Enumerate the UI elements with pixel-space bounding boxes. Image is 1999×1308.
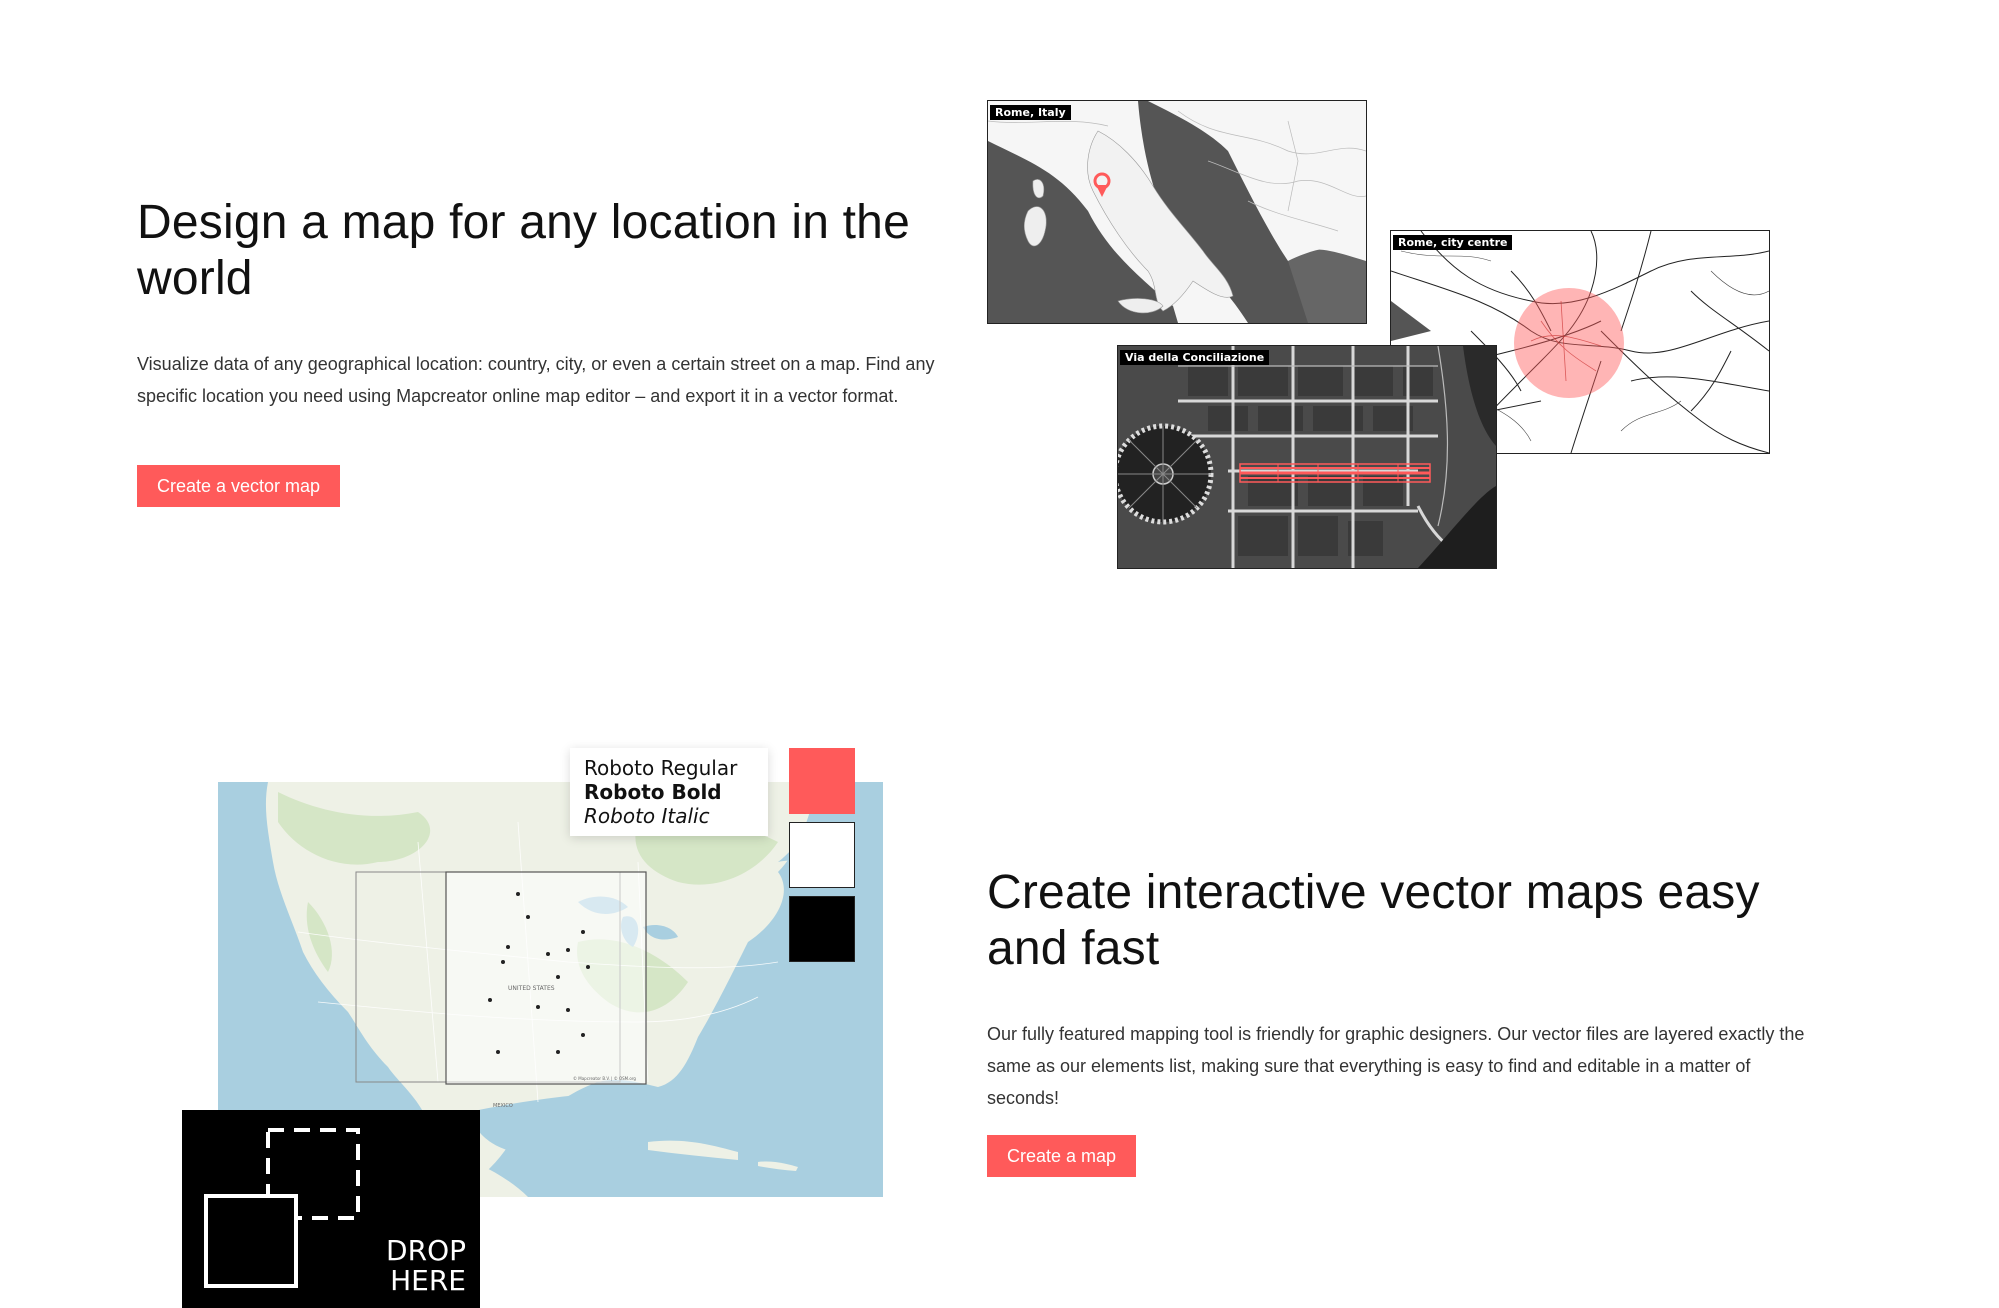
color-swatch-black[interactable] [789,896,855,962]
section2-description: Our fully featured mapping tool is frien… [987,1024,1805,1108]
font-bold-option[interactable]: Roboto Bold [584,780,754,804]
font-styles-panel: Roboto Regular Roboto Bold Roboto Italic [570,748,768,836]
street-map-card: Via della Conciliazione [1117,345,1497,569]
country-map-label: Rome, Italy [990,105,1071,120]
color-swatch-white[interactable] [789,822,855,888]
section1-description: Visualize data of any geographical locat… [137,354,935,406]
font-regular-option[interactable]: Roboto Regular [584,756,754,780]
piazza-shape [1118,423,1214,525]
drop-zone[interactable]: DROP HERE [182,1110,480,1308]
country-map-card: Rome, Italy [987,100,1367,324]
create-vector-map-button[interactable]: Create a vector map [137,465,341,507]
mexico-map-text: MEXICO [493,1103,513,1109]
city-map-label: Rome, city centre [1393,235,1513,250]
create-map-button[interactable]: Create a map [987,1135,1137,1177]
drop-label: DROP HERE [386,1234,466,1297]
country-map-text: UNITED STATES [508,985,555,992]
map-attribution: © Mapcreator B.V. | © OSM.org [573,1076,636,1081]
section2-heading: Create interactive vector maps easy and … [987,866,1760,975]
selection-frame[interactable] [445,871,647,1085]
font-italic-option[interactable]: Roboto Italic [584,804,754,828]
street-map-image [1118,346,1496,568]
city-highlight-circle [1514,288,1624,398]
street-map-label: Via della Conciliazione [1120,350,1270,365]
section1-heading: Design a map for any location in the wor… [137,196,910,305]
color-swatch-red[interactable] [789,748,855,814]
italy-map-image [988,101,1366,323]
